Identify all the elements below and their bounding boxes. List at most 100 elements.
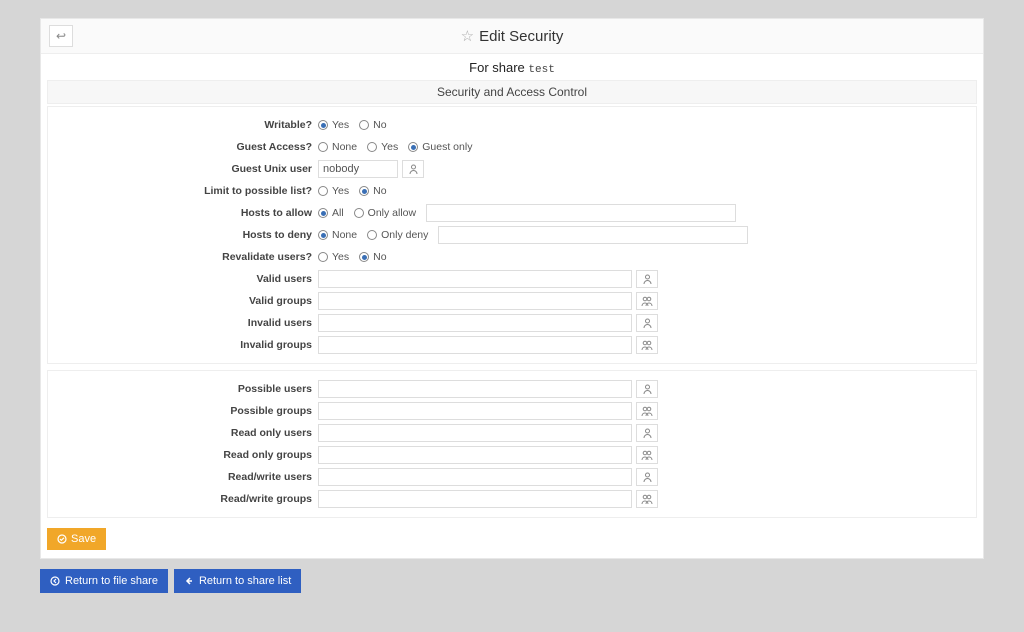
label-possible-groups: Possible groups bbox=[48, 405, 318, 417]
radio-revalidate-yes[interactable] bbox=[318, 252, 328, 262]
back-arrow-icon: ↩ bbox=[56, 29, 66, 43]
radio-label-none2: None bbox=[332, 229, 357, 241]
title-bar: ↩ ☆ Edit Security bbox=[41, 19, 983, 54]
label-hosts-allow: Hosts to allow bbox=[48, 207, 318, 219]
user-icon bbox=[643, 384, 652, 394]
arrow-left-circle-icon bbox=[50, 576, 60, 586]
label-rw-groups: Read/write groups bbox=[48, 493, 318, 505]
label-invalid-groups: Invalid groups bbox=[48, 339, 318, 351]
pick-rw-users-button[interactable] bbox=[636, 468, 658, 486]
radio-guest-none[interactable] bbox=[318, 142, 328, 152]
user-icon bbox=[643, 274, 652, 284]
label-hosts-deny: Hosts to deny bbox=[48, 229, 318, 241]
group-icon bbox=[641, 494, 653, 504]
label-ro-users: Read only users bbox=[48, 427, 318, 439]
radio-limit-no[interactable] bbox=[359, 186, 369, 196]
radio-label-onlyallow: Only allow bbox=[368, 207, 416, 219]
radio-label-yes2: Yes bbox=[381, 141, 398, 153]
input-valid-users[interactable] bbox=[318, 270, 632, 288]
user-icon bbox=[643, 472, 652, 482]
radio-writable-yes[interactable] bbox=[318, 120, 328, 130]
input-ro-users[interactable] bbox=[318, 424, 632, 442]
pick-ro-groups-button[interactable] bbox=[636, 446, 658, 464]
radio-label-onlydeny: Only deny bbox=[381, 229, 428, 241]
page-title: ☆ Edit Security bbox=[461, 27, 564, 45]
label-guest-access: Guest Access? bbox=[48, 141, 318, 153]
section-heading: Security and Access Control bbox=[47, 80, 977, 104]
input-valid-groups[interactable] bbox=[318, 292, 632, 310]
save-bar: Save bbox=[41, 524, 983, 558]
input-ro-groups[interactable] bbox=[318, 446, 632, 464]
label-invalid-users: Invalid users bbox=[48, 317, 318, 329]
return-file-share-button[interactable]: Return to file share bbox=[40, 569, 168, 593]
radio-label-no: No bbox=[373, 119, 386, 131]
share-name-bar: For share test bbox=[41, 54, 983, 80]
input-invalid-groups[interactable] bbox=[318, 336, 632, 354]
return-file-share-label: Return to file share bbox=[65, 575, 158, 587]
radio-label-no2: No bbox=[373, 185, 386, 197]
user-icon bbox=[643, 428, 652, 438]
input-hosts-deny[interactable] bbox=[438, 226, 748, 244]
star-icon[interactable]: ☆ bbox=[461, 27, 474, 45]
back-button[interactable]: ↩ bbox=[49, 25, 73, 47]
return-share-list-button[interactable]: Return to share list bbox=[174, 569, 301, 593]
pick-possible-groups-button[interactable] bbox=[636, 402, 658, 420]
pick-valid-groups-button[interactable] bbox=[636, 292, 658, 310]
radio-limit-yes[interactable] bbox=[318, 186, 328, 196]
form-area-1: Writable? Yes No Guest Access? None Yes … bbox=[47, 106, 977, 364]
pick-ro-users-button[interactable] bbox=[636, 424, 658, 442]
radio-allow-all[interactable] bbox=[318, 208, 328, 218]
label-possible-users: Possible users bbox=[48, 383, 318, 395]
pick-possible-users-button[interactable] bbox=[636, 380, 658, 398]
input-guest-unix-user[interactable] bbox=[318, 160, 398, 178]
label-revalidate: Revalidate users? bbox=[48, 251, 318, 263]
label-limit-possible: Limit to possible list? bbox=[48, 185, 318, 197]
check-circle-icon bbox=[57, 534, 67, 544]
radio-label-yes3: Yes bbox=[332, 185, 349, 197]
label-guest-unix-user: Guest Unix user bbox=[48, 163, 318, 175]
radio-label-yes4: Yes bbox=[332, 251, 349, 263]
radio-label-all: All bbox=[332, 207, 344, 219]
for-share-label: For share bbox=[469, 60, 525, 75]
main-panel: ↩ ☆ Edit Security For share test Securit… bbox=[40, 18, 984, 559]
footer-buttons: Return to file share Return to share lis… bbox=[40, 569, 984, 593]
save-button[interactable]: Save bbox=[47, 528, 106, 550]
label-writable: Writable? bbox=[48, 119, 318, 131]
radio-guest-yes[interactable] bbox=[367, 142, 377, 152]
group-icon bbox=[641, 340, 653, 350]
radio-label-guestonly: Guest only bbox=[422, 141, 472, 153]
input-possible-groups[interactable] bbox=[318, 402, 632, 420]
radio-deny-only[interactable] bbox=[367, 230, 377, 240]
form-area-2: Possible users Possible groups Read only… bbox=[47, 370, 977, 518]
title-text: Edit Security bbox=[479, 28, 563, 45]
group-icon bbox=[641, 450, 653, 460]
radio-writable-no[interactable] bbox=[359, 120, 369, 130]
input-invalid-users[interactable] bbox=[318, 314, 632, 332]
radio-guest-only[interactable] bbox=[408, 142, 418, 152]
label-valid-groups: Valid groups bbox=[48, 295, 318, 307]
pick-rw-groups-button[interactable] bbox=[636, 490, 658, 508]
pick-invalid-groups-button[interactable] bbox=[636, 336, 658, 354]
radio-allow-only[interactable] bbox=[354, 208, 364, 218]
radio-revalidate-no[interactable] bbox=[359, 252, 369, 262]
share-name: test bbox=[528, 64, 554, 76]
arrow-left-icon bbox=[184, 576, 194, 586]
radio-label-no3: No bbox=[373, 251, 386, 263]
input-rw-groups[interactable] bbox=[318, 490, 632, 508]
input-rw-users[interactable] bbox=[318, 468, 632, 486]
save-label: Save bbox=[71, 533, 96, 545]
user-icon bbox=[409, 164, 418, 174]
radio-deny-none[interactable] bbox=[318, 230, 328, 240]
input-hosts-allow[interactable] bbox=[426, 204, 736, 222]
return-share-list-label: Return to share list bbox=[199, 575, 291, 587]
label-rw-users: Read/write users bbox=[48, 471, 318, 483]
group-icon bbox=[641, 406, 653, 416]
input-possible-users[interactable] bbox=[318, 380, 632, 398]
label-valid-users: Valid users bbox=[48, 273, 318, 285]
pick-invalid-users-button[interactable] bbox=[636, 314, 658, 332]
pick-user-button[interactable] bbox=[402, 160, 424, 178]
radio-label-yes: Yes bbox=[332, 119, 349, 131]
label-ro-groups: Read only groups bbox=[48, 449, 318, 461]
radio-label-none: None bbox=[332, 141, 357, 153]
pick-valid-users-button[interactable] bbox=[636, 270, 658, 288]
